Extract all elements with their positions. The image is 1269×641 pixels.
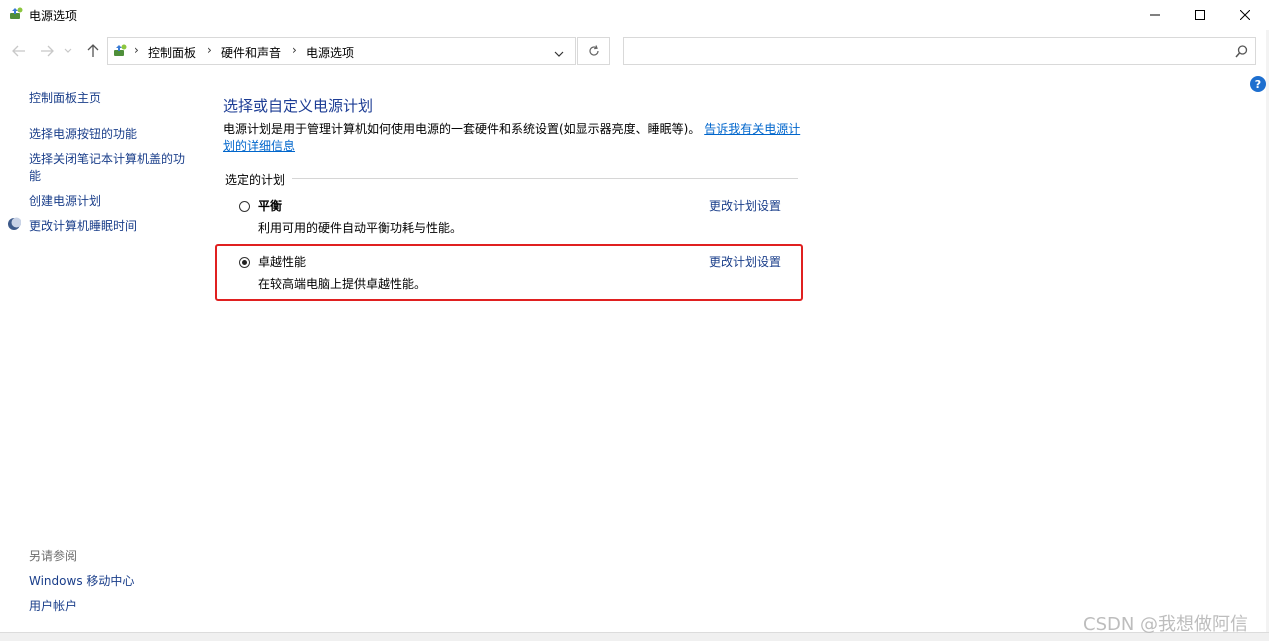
refresh-icon — [588, 45, 599, 56]
plan-balanced-radio[interactable] — [239, 201, 250, 212]
sidebar-item-lid-close[interactable]: 选择关闭笔记本计算机盖的功 — [29, 150, 185, 167]
arrow-left-icon — [12, 45, 25, 57]
plan-balanced-change-settings[interactable]: 更改计划设置 — [709, 197, 781, 214]
breadcrumb-power-options[interactable]: 电源选项 — [306, 44, 354, 61]
chevron-right-icon[interactable]: › — [292, 43, 297, 57]
close-button[interactable] — [1222, 0, 1268, 30]
page-title: 选择或自定义电源计划 — [223, 97, 374, 115]
power-options-icon — [8, 6, 24, 25]
plan-balanced-description: 利用可用的硬件自动平衡功耗与性能。 — [258, 221, 463, 235]
sidebar-home-link[interactable]: 控制面板主页 — [29, 89, 101, 106]
chevron-right-icon: › — [134, 43, 139, 57]
plan-ultimate-description: 在较高端电脑上提供卓越性能。 — [258, 277, 427, 291]
group-divider — [292, 178, 798, 179]
help-button[interactable]: ? — [1250, 76, 1266, 92]
plan-balanced-name[interactable]: 平衡 — [258, 197, 282, 214]
see-also-user-accounts[interactable]: 用户帐户 — [29, 597, 77, 614]
close-icon — [1240, 10, 1250, 20]
description-text: 电源计划是用于管理计算机如何使用电源的一套硬件和系统设置(如显示器亮度、睡眠等)… — [223, 122, 701, 136]
minimize-icon — [1150, 14, 1160, 16]
learn-more-link[interactable]: 告诉我有关电源计 — [704, 122, 800, 136]
sleep-moon-icon — [7, 217, 22, 234]
arrow-right-icon — [41, 45, 54, 57]
sidebar-item-lid-close-cont[interactable]: 能 — [29, 167, 41, 184]
sidebar-item-power-buttons[interactable]: 选择电源按钮的功能 — [29, 125, 137, 142]
control-panel-icon — [112, 43, 128, 62]
breadcrumb-control-panel[interactable]: 控制面板 — [148, 44, 196, 61]
plan-ultimate-change-settings[interactable]: 更改计划设置 — [709, 253, 781, 270]
plan-ultimate-name[interactable]: 卓越性能 — [258, 253, 306, 270]
chevron-down-icon — [64, 48, 72, 53]
maximize-icon — [1195, 10, 1205, 20]
see-also-mobility-center[interactable]: Windows 移动中心 — [29, 572, 134, 589]
recent-locations-button[interactable] — [61, 39, 75, 63]
up-button[interactable] — [82, 39, 104, 63]
search-icon — [1235, 45, 1248, 61]
address-dropdown-button[interactable] — [554, 47, 564, 61]
plan-ultimate-radio[interactable] — [239, 257, 250, 268]
back-button[interactable] — [8, 39, 30, 63]
chevron-right-icon[interactable]: › — [207, 43, 212, 57]
title-bar: 电源选项 — [0, 0, 1269, 30]
chevron-down-icon — [554, 51, 564, 57]
breadcrumb-hardware-sound[interactable]: 硬件和声音 — [221, 44, 281, 61]
arrow-up-icon — [87, 44, 99, 57]
watermark: CSDN @我想做阿信 — [1083, 614, 1249, 635]
learn-more-link-cont[interactable]: 划的详细信息 — [223, 139, 295, 153]
see-also-heading: 另请参阅 — [29, 549, 78, 563]
forward-button[interactable] — [36, 39, 58, 63]
search-input[interactable] — [623, 37, 1256, 65]
maximize-button[interactable] — [1177, 0, 1223, 30]
address-bar[interactable]: › 控制面板 › 硬件和声音 › 电源选项 — [107, 37, 576, 65]
status-bar — [0, 632, 1269, 641]
window-title: 电源选项 — [29, 9, 78, 23]
selected-plans-label: 选定的计划 — [225, 173, 286, 187]
page-description: 电源计划是用于管理计算机如何使用电源的一套硬件和系统设置(如显示器亮度、睡眠等)… — [223, 121, 803, 155]
refresh-button[interactable] — [577, 37, 610, 65]
minimize-button[interactable] — [1132, 0, 1178, 30]
sidebar-item-sleep-time[interactable]: 更改计算机睡眠时间 — [29, 217, 137, 234]
sidebar-item-create-plan[interactable]: 创建电源计划 — [29, 192, 101, 209]
